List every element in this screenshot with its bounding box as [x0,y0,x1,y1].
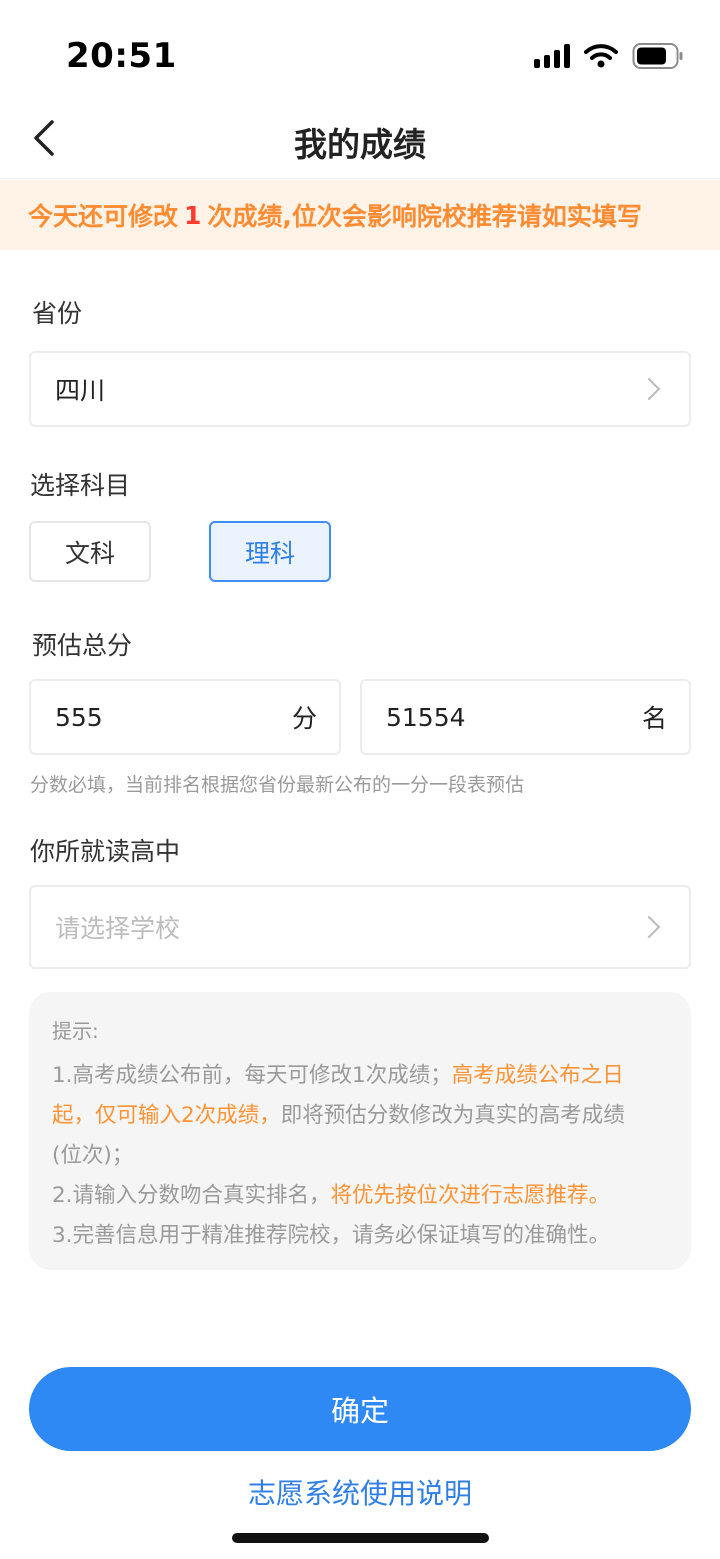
nav-bar: 我的成绩 [0,100,720,179]
chevron-right-icon [637,915,661,939]
home-indicator[interactable] [232,1533,489,1543]
score-unit: 分 [291,704,317,733]
notice-prefix: 今天还可修改 [28,202,179,231]
chevron-right-icon [637,377,661,401]
school-label: 你所就读高中 [30,837,181,866]
notice-suffix: 次成绩,位次会影响院校推荐请如实填写 [207,202,642,231]
status-icons [534,40,684,72]
rank-unit: 名 [641,704,667,733]
notice-bar: 今天还可修改 1 次成绩,位次会影响院校推荐请如实填写 [0,180,720,250]
tips-box: 提示: 1.高考成绩公布前，每天可修改1次成绩；高考成绩公布之日 起，仅可输入2… [29,992,691,1270]
rank-value: 51554 [386,702,466,732]
wifi-icon [584,44,618,68]
tips-text: 2.请输入分数吻合真实排名， [52,1183,331,1208]
score-input[interactable]: 555 分 [29,679,341,755]
cellular-signal-icon [534,44,570,68]
tips-highlight: 起，仅可输入2次成绩， [52,1103,281,1128]
province-value: 四川 [55,376,106,405]
school-select[interactable]: 请选择学校 [29,885,691,969]
tips-text: 即将预估分数修改为真实的高考成绩 [280,1103,625,1128]
tips-line-4: 2.请输入分数吻合真实排名，将优先按位次进行志愿推荐。 [52,1176,669,1216]
battery-icon [632,43,683,69]
score-value: 555 [55,702,103,732]
province-label: 省份 [32,299,83,328]
tips-highlight: 高考成绩公布之日 [451,1063,624,1088]
tips-line-3: (位次)； [52,1143,134,1168]
tips-highlight: 将优先按位次进行志愿推荐。 [330,1183,611,1208]
score-label: 预估总分 [32,631,133,660]
tips-text: 1.高考成绩公布前，每天可修改1次成绩； [52,1063,452,1088]
subject-option-science[interactable]: 理科 [209,521,331,582]
help-link[interactable]: 志愿系统使用说明 [0,1472,720,1512]
score-page: 20:51 我的成绩 今天还可修改 1 次成绩,位次会影响院校推荐请如实填写 省… [0,0,720,1559]
tips-line-2: 起，仅可输入2次成绩，即将预估分数修改为真实的高考成绩 [52,1096,669,1136]
subject-label: 选择科目 [30,471,131,500]
tips-line-5: 3.完善信息用于精准推荐院校，请务必保证填写的准确性。 [52,1223,611,1248]
score-hint: 分数必填，当前排名根据您省份最新公布的一分一段表预估 [30,774,525,796]
confirm-button[interactable]: 确定 [29,1367,691,1451]
status-bar: 20:51 [0,0,720,100]
tips-line-1: 1.高考成绩公布前，每天可修改1次成绩；高考成绩公布之日 [52,1056,669,1096]
status-time: 20:51 [66,36,177,76]
page-title: 我的成绩 [294,125,426,164]
notice-count: 1 [184,200,202,230]
subject-option-liberal-arts[interactable]: 文科 [29,521,151,582]
province-select[interactable]: 四川 [29,351,691,427]
rank-input[interactable]: 51554 名 [360,679,691,755]
tips-title: 提示: [52,1019,99,1043]
school-placeholder: 请选择学校 [55,914,181,943]
